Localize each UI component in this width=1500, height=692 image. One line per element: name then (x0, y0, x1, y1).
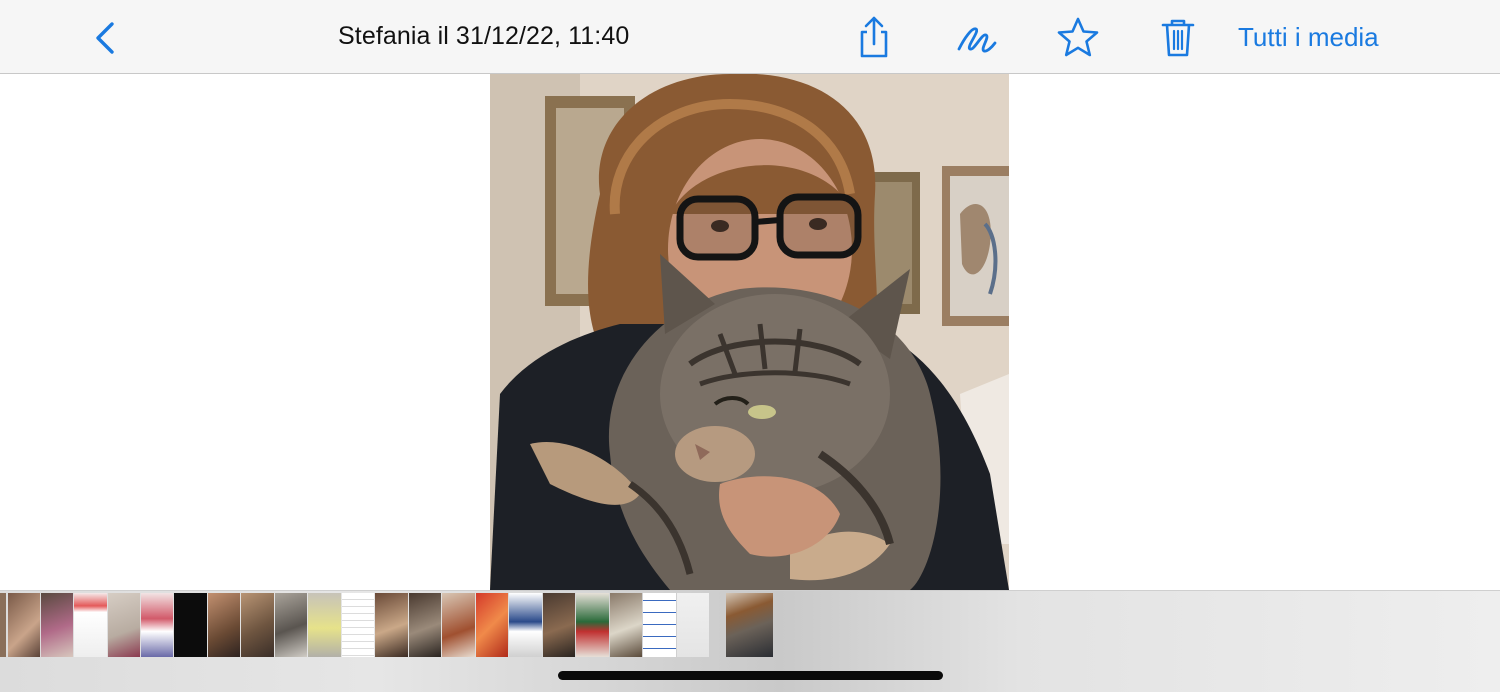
favorite-button[interactable] (1054, 12, 1102, 62)
thumbnail[interactable] (208, 593, 240, 657)
thumbnail[interactable] (509, 593, 542, 657)
thumbnail[interactable] (174, 593, 207, 657)
thumbnail[interactable] (308, 593, 341, 657)
thumbnail[interactable] (375, 593, 408, 657)
trash-icon (1159, 15, 1197, 59)
chevron-left-icon (88, 16, 128, 60)
thumbnail[interactable] (342, 593, 374, 657)
navigation-bar: Stefania il 31/12/22, 11:40 Tutti i medi… (0, 0, 1500, 74)
thumbnail[interactable] (643, 593, 676, 657)
markup-icon (954, 17, 1000, 57)
thumbnail[interactable] (241, 593, 274, 657)
thumbnail[interactable] (677, 593, 709, 657)
thumbnail-selected[interactable] (726, 593, 773, 657)
thumbnail[interactable] (8, 593, 40, 657)
all-media-button[interactable]: Tutti i media (1238, 22, 1379, 53)
share-icon (854, 14, 894, 60)
delete-button[interactable] (1154, 12, 1202, 62)
thumbnail[interactable] (543, 593, 575, 657)
thumbnail[interactable] (442, 593, 475, 657)
thumbnail[interactable] (141, 593, 173, 657)
thumbnail[interactable] (0, 593, 6, 657)
home-indicator (558, 671, 943, 680)
main-photo[interactable] (490, 74, 1009, 590)
markup-button[interactable] (953, 12, 1001, 62)
star-icon (1056, 16, 1100, 58)
thumbnail[interactable] (108, 593, 140, 657)
thumbnail[interactable] (74, 593, 107, 657)
thumbnail[interactable] (409, 593, 441, 657)
thumbnail[interactable] (610, 593, 642, 657)
thumbnail[interactable] (41, 593, 73, 657)
share-button[interactable] (850, 12, 898, 62)
photo-viewer[interactable] (0, 74, 1500, 590)
page-title: Stefania il 31/12/22, 11:40 (338, 22, 630, 50)
thumbnail[interactable] (476, 593, 508, 657)
thumbnail[interactable] (576, 593, 609, 657)
back-button[interactable] (88, 16, 128, 60)
thumbnail[interactable] (275, 593, 307, 657)
